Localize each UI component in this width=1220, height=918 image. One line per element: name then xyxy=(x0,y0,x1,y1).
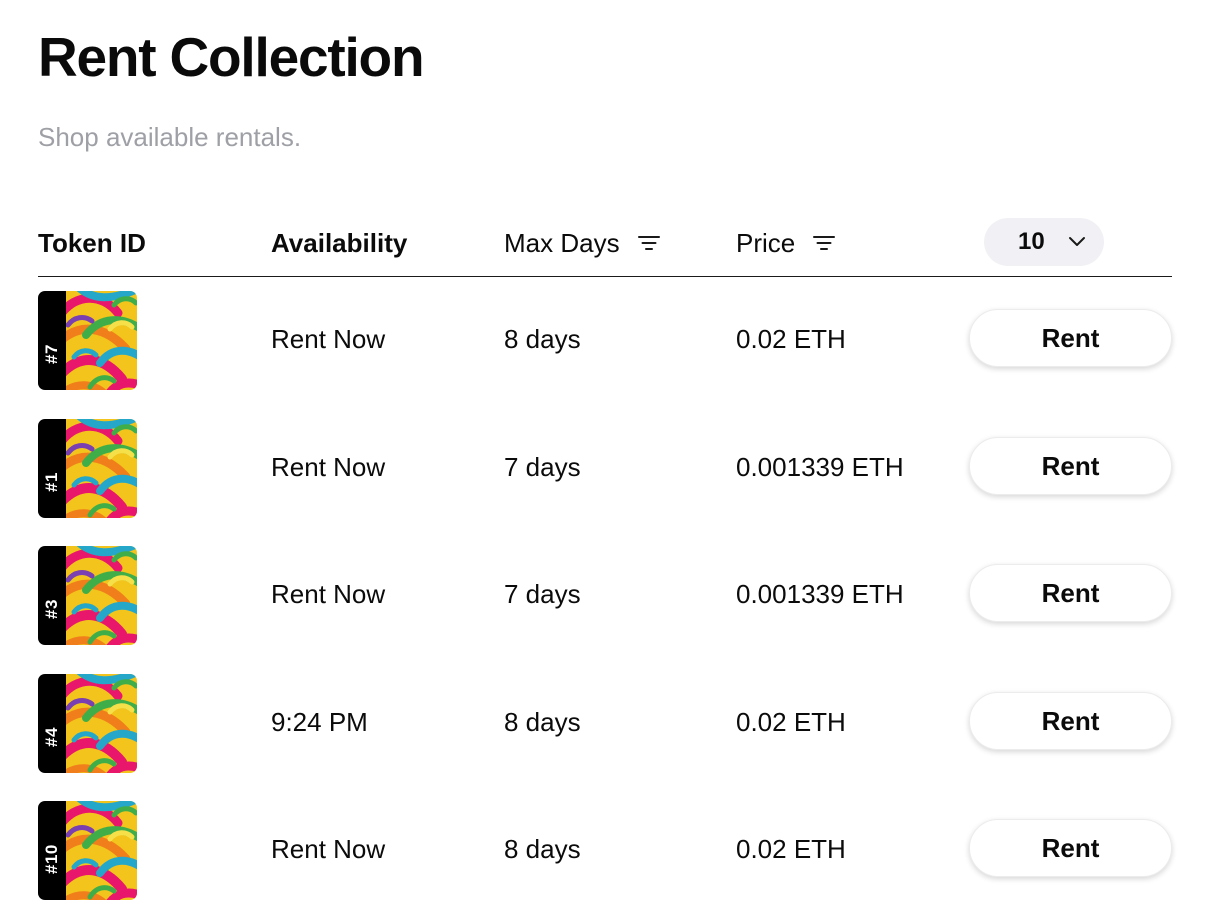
table-header: Token ID Availability Max Days Price 10 xyxy=(38,212,1172,277)
rent-button[interactable]: Rent xyxy=(969,309,1172,367)
availability-cell: Rent Now xyxy=(271,451,386,482)
token-label-strip: #7 xyxy=(38,291,66,390)
max-days-cell: 7 days xyxy=(504,451,581,482)
header-availability: Availability xyxy=(271,227,408,258)
filter-icon[interactable] xyxy=(637,235,660,251)
header-max-days-label: Max Days xyxy=(504,227,620,258)
token-id-label: #1 xyxy=(42,472,61,492)
abstract-art-thumbnail-icon xyxy=(66,291,137,390)
table-row: #4 9:24 PM 8 days 0.02 ETH Rent xyxy=(38,671,1172,773)
abstract-art-thumbnail-icon xyxy=(66,801,137,900)
price-cell: 0.001339 ETH xyxy=(736,578,904,609)
rent-button[interactable]: Rent xyxy=(969,564,1172,622)
token-thumbnail[interactable]: #10 xyxy=(38,801,137,900)
token-label-strip: #3 xyxy=(38,546,66,645)
availability-cell: 9:24 PM xyxy=(271,706,368,737)
table-row: #10 Rent Now 8 days 0.02 ETH Rent xyxy=(38,798,1172,900)
header-token-id: Token ID xyxy=(38,227,146,258)
token-thumbnail[interactable]: #4 xyxy=(38,674,137,773)
max-days-cell: 7 days xyxy=(504,578,581,609)
token-id-label: #10 xyxy=(42,844,61,874)
page-title: Rent Collection xyxy=(38,26,425,88)
header-price-label: Price xyxy=(736,227,796,258)
token-label-strip: #10 xyxy=(38,801,66,900)
table-row: #1 Rent Now 7 days 0.001339 ETH Rent xyxy=(38,416,1172,518)
token-thumbnail[interactable]: #3 xyxy=(38,546,137,645)
availability-cell: Rent Now xyxy=(271,833,386,864)
header-price[interactable]: Price xyxy=(736,212,836,274)
token-id-label: #7 xyxy=(42,344,61,364)
token-id-label: #3 xyxy=(42,599,61,619)
filter-icon[interactable] xyxy=(813,235,836,251)
availability-cell: Rent Now xyxy=(271,578,386,609)
rent-button[interactable]: Rent xyxy=(969,692,1172,750)
max-days-cell: 8 days xyxy=(504,833,581,864)
page-size-value: 10 xyxy=(1018,228,1045,255)
max-days-cell: 8 days xyxy=(504,706,581,737)
abstract-art-thumbnail-icon xyxy=(66,546,137,645)
token-label-strip: #1 xyxy=(38,419,66,518)
chevron-down-icon xyxy=(1068,235,1086,253)
abstract-art-thumbnail-icon xyxy=(66,419,137,518)
page-subtitle: Shop available rentals. xyxy=(38,122,302,152)
token-thumbnail[interactable]: #1 xyxy=(38,419,137,518)
availability-cell: Rent Now xyxy=(271,323,386,354)
price-cell: 0.02 ETH xyxy=(736,833,846,864)
price-cell: 0.02 ETH xyxy=(736,323,846,354)
abstract-art-thumbnail-icon xyxy=(66,674,137,773)
rent-button[interactable]: Rent xyxy=(969,437,1172,495)
page-size-select[interactable]: 10 xyxy=(984,218,1104,266)
price-cell: 0.02 ETH xyxy=(736,706,846,737)
token-thumbnail[interactable]: #7 xyxy=(38,291,137,390)
header-max-days[interactable]: Max Days xyxy=(504,212,660,274)
token-id-label: #4 xyxy=(42,727,61,747)
rent-button[interactable]: Rent xyxy=(969,819,1172,877)
max-days-cell: 8 days xyxy=(504,323,581,354)
price-cell: 0.001339 ETH xyxy=(736,451,904,482)
token-label-strip: #4 xyxy=(38,674,66,773)
table-row: #7 Rent Now 8 days 0.02 ETH Rent xyxy=(38,288,1172,390)
table-row: #3 Rent Now 7 days 0.001339 ETH Rent xyxy=(38,543,1172,645)
